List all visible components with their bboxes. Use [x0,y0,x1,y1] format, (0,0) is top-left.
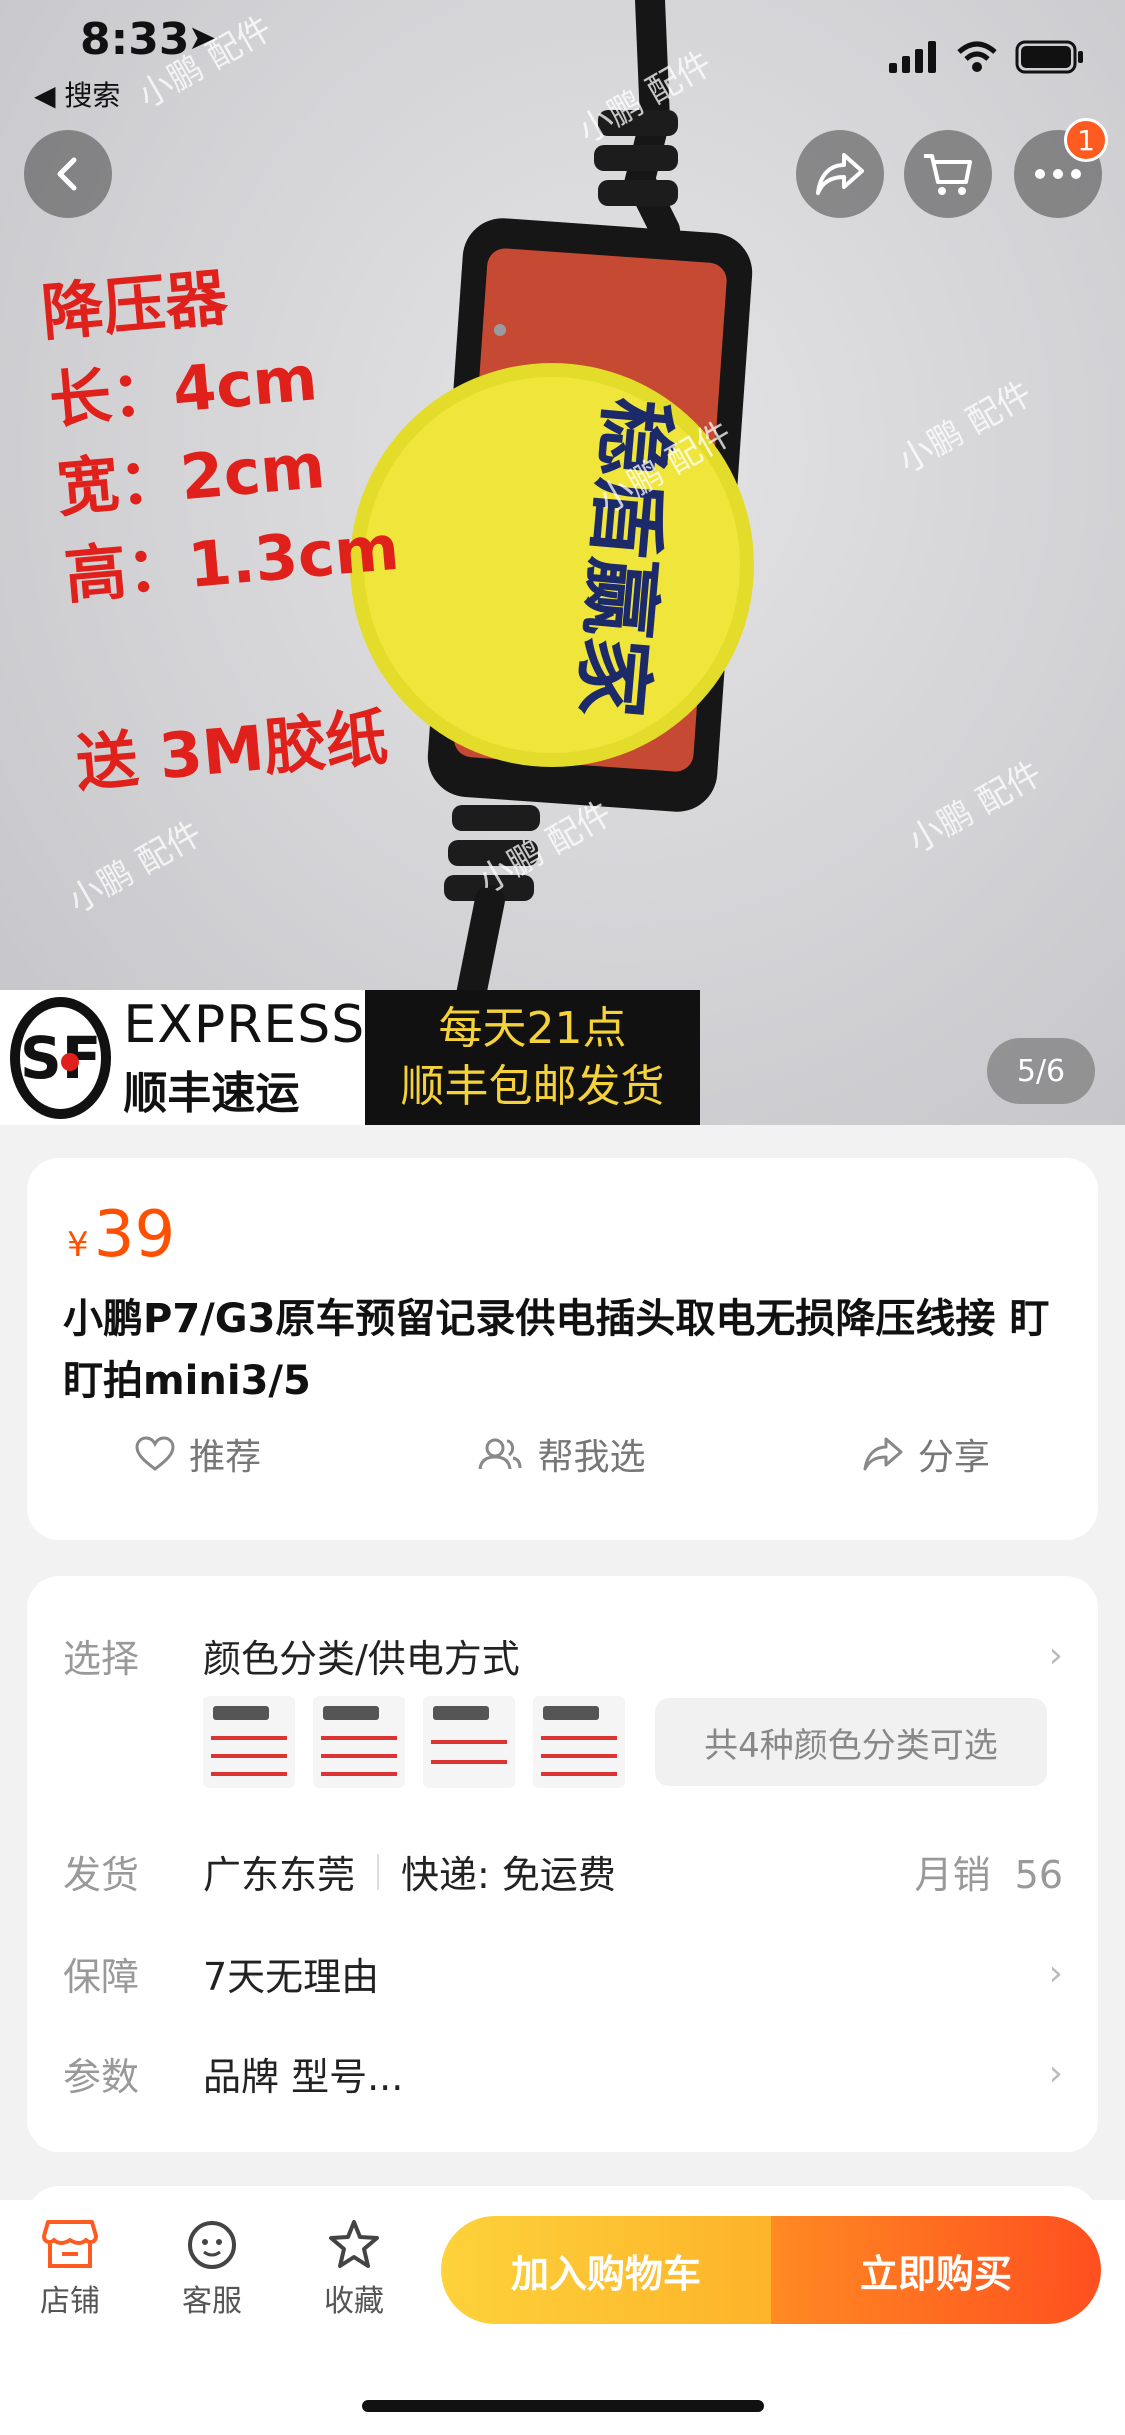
recommend-label: 推荐 [189,1437,262,1478]
share-product-button[interactable]: 分享 [862,1428,990,1480]
product-info-card: ¥ 39 小鹏P7/G3原车预留记录供电插头取电无损降压线接 盯盯拍mini3/… [27,1158,1098,1540]
sf-chinese-name: 顺丰速运 [123,1067,300,1119]
star-icon [329,2220,379,2268]
buy-now-button[interactable]: 立即购买 [771,2216,1101,2324]
currency-symbol: ¥ [67,1225,89,1265]
parameters-row[interactable]: 参数 品牌 型号... › [63,2046,1063,2101]
variant-thumbnail[interactable] [533,1696,625,1788]
more-button[interactable]: 1 [1014,118,1108,218]
shipping-label: 发货 [63,1853,140,1897]
sf-brand: SF EXPRESS 顺丰速运 [0,990,365,1125]
variant-thumbnail[interactable] [423,1696,515,1788]
guarantee-value: 7天无理由 [203,1955,380,1999]
monthly-sales-value: 56 [1014,1853,1063,1897]
notification-badge: 1 [1064,118,1108,162]
location-arrow-icon: ➤ [188,18,217,58]
monthly-sales: 月销 56 [914,1844,1063,1899]
heart-icon [135,1436,175,1471]
sf-english-name: EXPRESS [123,994,366,1055]
back-to-search-link[interactable]: ◀ 搜索 [34,74,120,114]
cart-button[interactable] [904,130,992,218]
variant-thumbnail[interactable] [203,1696,295,1788]
divider [377,1853,380,1890]
variant-thumbnail[interactable] [313,1696,405,1788]
status-time: 8:33 [80,14,190,65]
sf-express-banner: SF EXPRESS 顺丰速运 每天21点 顺丰包邮发货 [0,990,700,1125]
shipping-fee: 快递: 免运费 [401,1853,616,1897]
ship-from: 广东东莞 [203,1853,356,1897]
status-icons [889,40,1085,74]
customer-service-label: 客服 [182,2284,242,2319]
chevron-right-icon: › [1048,2053,1063,2094]
customer-service-tab[interactable]: 客服 [152,2218,272,2320]
select-value: 颜色分类/供电方式 [203,1637,520,1681]
monthly-sales-label: 月销 [914,1853,991,1897]
image-page-indicator: 5/6 [987,1038,1095,1104]
chevron-left-icon [57,157,77,191]
home-indicator [362,2400,764,2412]
back-button[interactable] [24,130,112,218]
recommend-button[interactable]: 推荐 [135,1428,261,1480]
share-button[interactable] [796,130,884,218]
sf-line-2: 顺丰包邮发货 [400,1060,665,1112]
guarantee-label: 保障 [63,1955,140,1999]
chat-face-icon [188,2221,236,2269]
select-spec-row[interactable]: 选择 颜色分类/供电方式 › [63,1628,1063,1683]
store-tab[interactable]: 店铺 [10,2218,130,2320]
product-options-card: 选择 颜色分类/供电方式 › 共4种颜色分类可选 发货 广东东莞 快递: 免运费… [27,1576,1098,2152]
wifi-icon [957,41,997,72]
store-label: 店铺 [40,2284,100,2319]
store-icon [42,2220,98,2268]
help-me-choose-button[interactable]: 帮我选 [477,1428,646,1480]
battery-icon [1015,40,1083,74]
guarantee-row[interactable]: 保障 7天无理由 › [63,1946,1063,2001]
variant-thumbnails: 共4种颜色分类可选 [203,1696,1047,1788]
cellular-signal-icon [889,41,936,73]
price: ¥ 39 [67,1198,175,1272]
chevron-right-icon: › [1048,1953,1063,1994]
sf-logo-icon: SF [10,996,112,1119]
shipping-row: 发货 广东东莞 快递: 免运费 月销 56 [63,1844,1063,1899]
price-value: 39 [93,1198,176,1272]
parameters-label: 参数 [63,2055,140,2099]
product-actions: 推荐 帮我选 分享 [27,1428,1098,1480]
help-me-choose-label: 帮我选 [537,1437,646,1478]
sf-logo-text: SF [20,1023,102,1092]
cart-icon [924,154,972,195]
favorite-label: 收藏 [324,2284,384,2319]
favorite-tab[interactable]: 收藏 [294,2218,414,2320]
more-dots-icon [1035,169,1081,179]
sf-line-1: 每天21点 [438,1002,627,1054]
spec-text: 降压器 长：4cm 宽：2cm 高：1.3cm [38,241,403,621]
chevron-right-icon: › [1048,1635,1063,1676]
parameters-value: 品牌 型号... [203,2055,404,2099]
sf-shipping-note: 每天21点 顺丰包邮发货 [365,990,700,1125]
share-label: 分享 [917,1437,990,1478]
share-arrow-icon [816,153,864,195]
all-variants-button[interactable]: 共4种颜色分类可选 [655,1698,1047,1786]
share-icon [863,1437,903,1471]
select-label: 选择 [63,1637,140,1681]
product-title: 小鹏P7/G3原车预留记录供电插头取电无损降压线接 盯盯拍mini3/5 [63,1296,1050,1404]
people-icon [478,1438,522,1470]
add-to-cart-button[interactable]: 加入购物车 [441,2216,771,2324]
